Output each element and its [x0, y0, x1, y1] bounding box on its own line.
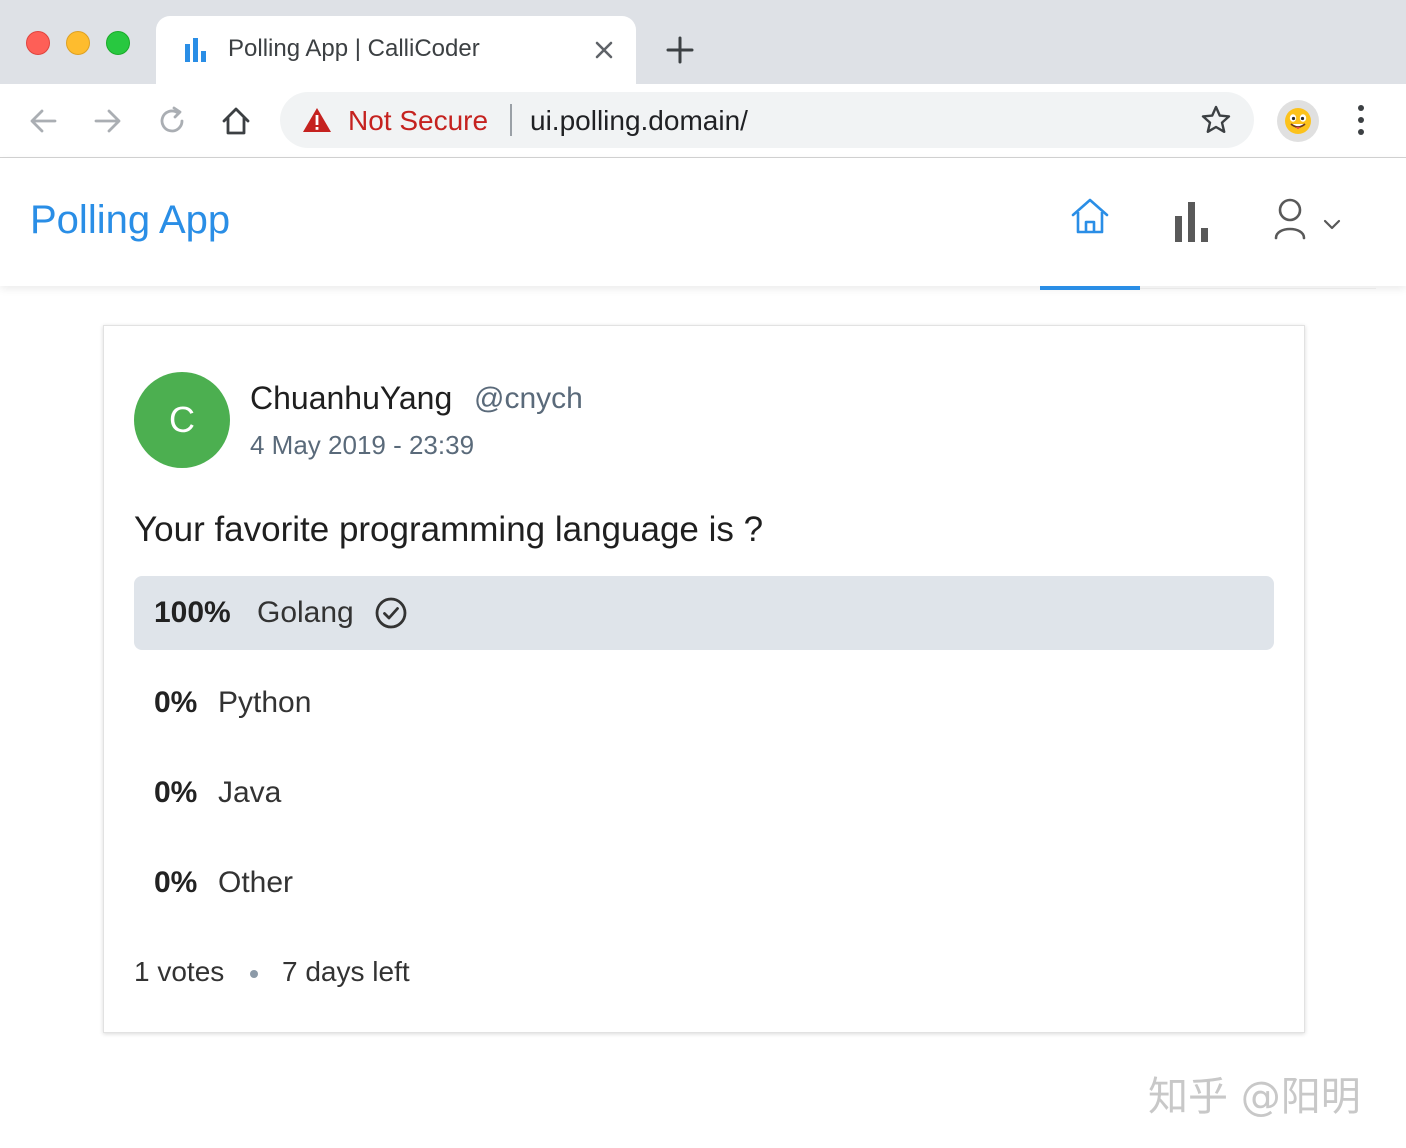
plus-icon[interactable] [664, 34, 696, 66]
nav-poll-icon[interactable] [1170, 198, 1214, 244]
time-left: 7 days left [282, 956, 410, 987]
profile-button[interactable] [1277, 100, 1319, 142]
choice-text: Golang [257, 596, 354, 629]
poll-card: C ChuanhuYang @cnych 4 May 2019 - 23:39 … [103, 325, 1305, 1033]
address-bar[interactable]: Not Secure ui.polling.domain/ [280, 92, 1254, 148]
browser-toolbar: Not Secure ui.polling.domain/ [0, 84, 1406, 158]
window-close-button[interactable] [26, 31, 50, 55]
window-minimize-button[interactable] [66, 31, 90, 55]
app-brand[interactable]: Polling App [30, 198, 230, 243]
close-icon[interactable] [590, 36, 618, 64]
chevron-down-icon [1323, 219, 1341, 230]
forward-arrow-icon[interactable] [90, 104, 124, 138]
nav-user-dropdown[interactable] [1270, 194, 1350, 244]
watermark: 知乎 @阳明 [1148, 1074, 1361, 1120]
warning-icon [303, 108, 331, 132]
creator-name[interactable]: ChuanhuYang [250, 380, 452, 417]
app-header: Polling App [0, 158, 1406, 290]
security-label[interactable]: Not Secure [348, 105, 488, 137]
choice-text: Python [218, 686, 312, 719]
separator-dot [250, 970, 258, 978]
avatar-letter: C [169, 399, 195, 440]
nav-active-indicator [1040, 286, 1140, 290]
poll-created-at: 4 May 2019 - 23:39 [250, 430, 475, 460]
choice-text: Java [218, 776, 282, 809]
choice-text: Other [218, 866, 294, 899]
address-separator [510, 104, 512, 136]
star-icon[interactable] [1200, 104, 1232, 136]
window-zoom-button[interactable] [106, 31, 130, 55]
url-text[interactable]: ui.polling.domain/ [530, 105, 748, 137]
creator-username[interactable]: @cnych [474, 382, 583, 416]
choice-row: 0% Java [134, 756, 1274, 830]
nav-home-icon [1071, 198, 1109, 234]
home-icon[interactable] [219, 104, 253, 138]
reload-icon[interactable] [155, 104, 189, 138]
choice-row: 0% Python [134, 666, 1274, 740]
choice-row: 0% Other [134, 846, 1274, 920]
nav-home[interactable] [1040, 158, 1140, 290]
choice-row: 100% Golang [134, 576, 1274, 650]
browser-tab[interactable]: Polling App | CalliCoder [156, 16, 636, 84]
avatar[interactable]: C [134, 372, 230, 468]
vote-count: 1 votes [134, 956, 225, 987]
choice-percent: 0% [154, 866, 198, 899]
nav-divider [1140, 288, 1376, 289]
bar-chart-favicon-icon [185, 38, 206, 62]
choice-percent: 0% [154, 776, 198, 809]
poll-question: Your favorite programming language is ? [134, 510, 764, 549]
back-arrow-icon[interactable] [27, 104, 61, 138]
browser-tab-bar: Polling App | CalliCoder [0, 0, 1406, 84]
check-circle-icon [375, 597, 407, 629]
choice-percent: 100% [154, 596, 231, 629]
nav-user-icon [1274, 198, 1306, 240]
profile-emoji-icon [1285, 108, 1311, 134]
kebab-menu-icon[interactable] [1346, 102, 1376, 138]
tab-title: Polling App | CalliCoder [228, 35, 480, 62]
choice-percent: 0% [154, 686, 198, 719]
